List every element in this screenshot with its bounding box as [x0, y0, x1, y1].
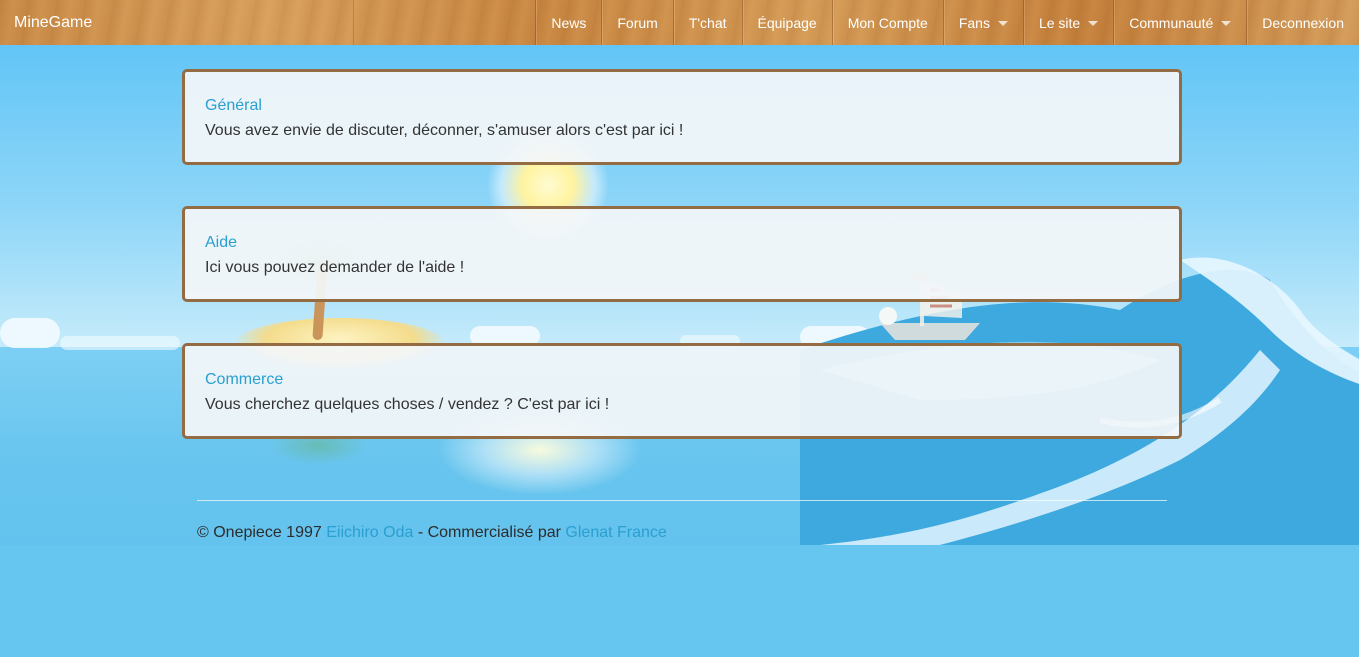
publisher-link[interactable]: Glenat France — [565, 524, 666, 541]
footer-copyright-line: © Onepiece 1997 Eiichiro Oda - Commercia… — [197, 524, 1167, 542]
forum-category-title[interactable]: Aide — [205, 234, 237, 252]
nav-item-label: Forum — [617, 14, 658, 31]
nav-menu: News Forum T'chat Équipage Mon Compte Fa… — [535, 0, 1359, 45]
forum-category-description: Vous cherchez quelques choses / vendez ?… — [205, 396, 610, 413]
nav-item-tchat[interactable]: T'chat — [672, 0, 742, 45]
caret-down-icon — [1221, 21, 1232, 26]
nav-item-deconnexion[interactable]: Deconnexion — [1246, 0, 1359, 45]
forum-category-general[interactable]: Général Vous avez envie de discuter, déc… — [182, 69, 1182, 165]
forum-category-description: Ici vous pouvez demander de l'aide ! — [205, 259, 465, 276]
nav-item-communaute[interactable]: Communauté — [1113, 0, 1246, 45]
nav-item-forum[interactable]: Forum — [601, 0, 672, 45]
forum-category-aide[interactable]: Aide Ici vous pouvez demander de l'aide … — [182, 206, 1182, 302]
navbar-spacer — [354, 0, 535, 45]
footer-divider — [197, 500, 1167, 501]
nav-item-mon-compte[interactable]: Mon Compte — [831, 0, 943, 45]
nav-item-label: Mon Compte — [847, 14, 928, 31]
cloud — [60, 336, 180, 350]
nav-item-label: Équipage — [757, 14, 817, 31]
nav-item-label: T'chat — [688, 14, 727, 31]
copyright-text: © Onepiece 1997 — [197, 524, 322, 541]
author-link[interactable]: Eiichiro Oda — [326, 524, 413, 541]
nav-item-label: Le site — [1038, 14, 1081, 31]
sea-bottom — [0, 545, 1359, 657]
nav-item-label: Communauté — [1129, 14, 1214, 31]
nav-item-fans[interactable]: Fans — [942, 0, 1023, 45]
forum-category-list: Général Vous avez envie de discuter, déc… — [182, 69, 1182, 480]
nav-item-le-site[interactable]: Le site — [1022, 0, 1113, 45]
nav-item-label: News — [551, 14, 587, 31]
forum-category-commerce[interactable]: Commerce Vous cherchez quelques choses /… — [182, 343, 1182, 439]
caret-down-icon — [997, 21, 1008, 26]
forum-category-title[interactable]: Commerce — [205, 371, 283, 389]
forum-category-title[interactable]: Général — [205, 97, 262, 115]
top-navbar: MineGame News Forum T'chat Équipage Mon … — [0, 0, 1359, 45]
page-footer: © Onepiece 1997 Eiichiro Oda - Commercia… — [197, 500, 1167, 542]
footer-middle-text: - Commercialisé par — [417, 524, 561, 541]
nav-item-label: Deconnexion — [1262, 14, 1344, 31]
nav-item-news[interactable]: News — [535, 0, 601, 45]
nav-item-label: Fans — [958, 14, 990, 31]
caret-down-icon — [1088, 21, 1099, 26]
brand-logo[interactable]: MineGame — [0, 0, 354, 45]
cloud — [0, 318, 60, 348]
forum-category-description: Vous avez envie de discuter, déconner, s… — [205, 122, 684, 139]
nav-item-equipage[interactable]: Équipage — [741, 0, 832, 45]
